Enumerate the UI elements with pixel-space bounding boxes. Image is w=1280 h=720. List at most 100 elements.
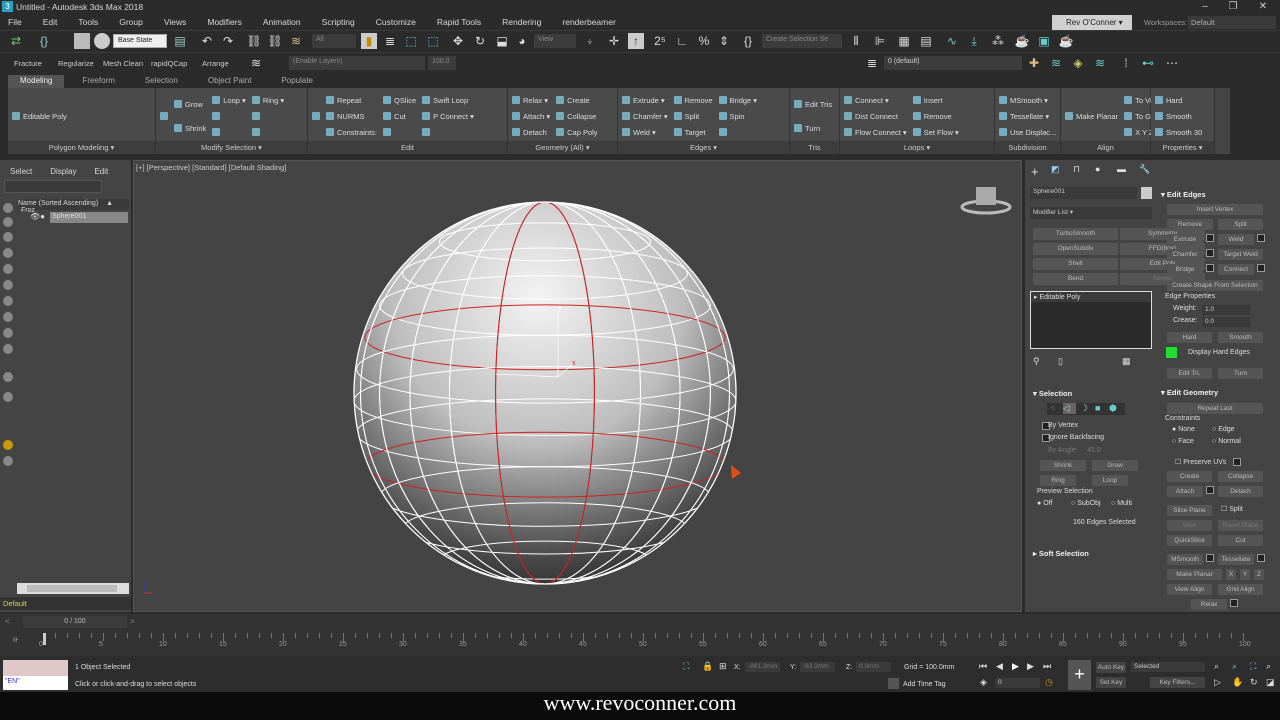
filter-containers-icon[interactable] <box>3 344 13 354</box>
ribbon-tab-object-paint[interactable]: Object Paint <box>196 75 264 88</box>
view-align-button[interactable]: View Align <box>1167 584 1212 595</box>
named-selection-dropdown[interactable]: Create Selection Se <box>762 34 842 48</box>
horizontal-scrollbar[interactable] <box>17 583 129 594</box>
filter-geometry-icon[interactable] <box>3 203 13 213</box>
menu-scripting[interactable]: Scripting <box>322 17 355 27</box>
scene-search-input[interactable] <box>4 180 102 193</box>
ribbon-attach-button[interactable]: Attach ▾ <box>512 112 550 121</box>
ribbon-nurms-button[interactable]: NURMS <box>326 112 377 121</box>
zoom-all-icon[interactable]: ⌕ <box>1232 661 1237 672</box>
layer-explorer-icon[interactable]: ▤ <box>918 33 934 49</box>
add-layer-icon[interactable]: ✚ <box>1026 55 1042 71</box>
ribbon-msmooth-button[interactable]: MSmooth ▾ <box>999 96 1056 105</box>
visibility-eye-icon[interactable]: 👁● <box>30 212 45 221</box>
msmooth-button[interactable]: MSmooth <box>1167 554 1203 565</box>
edit-tri-button[interactable]: Edit Tri. <box>1167 368 1212 379</box>
edge-mode-icon[interactable]: ◁ <box>1063 403 1076 414</box>
display-none-icon[interactable] <box>3 392 13 402</box>
pan-icon[interactable]: ✋ <box>1232 677 1243 688</box>
z-coordinate-field[interactable]: 0.0mm <box>856 662 891 672</box>
ribbon-tool-button[interactable] <box>251 128 284 137</box>
panel-title[interactable]: Polygon Modeling ▾ <box>8 141 155 154</box>
target-weld-button[interactable]: Target Weld <box>1218 249 1263 260</box>
menu-tools[interactable]: Tools <box>78 17 98 27</box>
soft-selection-rollout-header[interactable]: ▸ Soft Selection <box>1033 549 1089 558</box>
settings-icon[interactable] <box>1206 249 1214 257</box>
panel-title[interactable]: Geometry (All) ▾ <box>508 141 617 154</box>
ribbon-tool-button[interactable] <box>212 112 246 121</box>
ribbon-turn-button[interactable]: Turn <box>794 124 832 133</box>
filter-shapes-icon[interactable] <box>3 217 13 227</box>
stack-item-editable-poly[interactable]: ▸ Editable Poly <box>1031 292 1151 302</box>
perspective-viewport[interactable]: z x <box>133 160 1022 612</box>
viewport-label[interactable]: [+] [Perspective] [Standard] [Default Sh… <box>136 163 286 172</box>
goto-start-icon[interactable]: ⏮ <box>979 661 987 672</box>
face-label[interactable]: ○ Face <box>1172 438 1194 445</box>
hierarchy-tab-icon[interactable]: ⊓ <box>1073 164 1080 175</box>
orbit-icon[interactable]: ↻ <box>1250 677 1258 688</box>
scene-explorer-icon[interactable]: ▦ <box>896 33 912 49</box>
menu-rapid-tools[interactable]: Rapid Tools <box>437 17 481 27</box>
ribbon-dist-connect-button[interactable]: Dist Connect <box>844 112 907 121</box>
ribbon-split-button[interactable]: Split <box>673 112 713 121</box>
rotate-icon[interactable]: ↻ <box>472 33 488 49</box>
ribbon-tool-button[interactable] <box>312 112 320 120</box>
zoom-extents-all-icon[interactable]: ⌕ <box>1266 661 1271 672</box>
workspace-dropdown[interactable]: Default <box>1188 16 1276 29</box>
bridge-button[interactable]: Bridge <box>1167 264 1203 275</box>
make-planar-button[interactable]: Make Planar <box>1167 569 1222 580</box>
panel-title[interactable]: Tris <box>790 141 839 154</box>
ribbon-tab-selection[interactable]: Selection <box>133 75 190 88</box>
viewport-canvas[interactable]: z x <box>134 161 1023 613</box>
ribbon-bridge-button[interactable]: Bridge ▾ <box>718 96 757 105</box>
maxscript-listener-output[interactable] <box>3 660 68 676</box>
viewcube[interactable] <box>960 187 1012 215</box>
render-icon[interactable]: ☕ <box>1058 33 1074 49</box>
set-key-button[interactable]: Set Key <box>1096 677 1126 688</box>
brace-icon[interactable]: {} <box>36 33 52 49</box>
time-tag-icon[interactable] <box>888 678 899 689</box>
display-all-icon[interactable] <box>3 372 13 382</box>
mesh-clean-button[interactable]: Mesh Clean <box>103 59 143 68</box>
ribbon-tab-freeform[interactable]: Freeform <box>70 75 126 88</box>
sort-ascending-icon[interactable]: ▲ <box>106 200 113 207</box>
split-button[interactable]: Split <box>1218 219 1263 230</box>
turn-button[interactable]: Turn <box>1218 368 1263 379</box>
layer-manager-icon[interactable]: ≣ <box>864 55 880 71</box>
ribbon-tool-button[interactable] <box>251 112 284 121</box>
ribbon-tool-button[interactable] <box>718 128 758 137</box>
ribbon-set-flow-button[interactable]: Set Flow ▾ <box>912 128 959 137</box>
filter-spacewarps-icon[interactable] <box>3 280 13 290</box>
ribbon-detach-button[interactable]: Detach <box>512 128 550 137</box>
prev-frame-arrow[interactable]: < <box>5 617 10 626</box>
rapidqcap-button[interactable]: rapidQCap <box>151 59 187 68</box>
x-coordinate-field[interactable]: -861.3mm <box>745 662 780 672</box>
ribbon-tool-button[interactable] <box>383 128 416 137</box>
ribbon-edit-tris-button[interactable]: Edit Tris <box>794 100 832 109</box>
ribbon-target-button[interactable]: Target <box>673 128 713 137</box>
modifier-bend-button[interactable]: Bend <box>1033 273 1118 285</box>
menu-edit[interactable]: Edit <box>43 17 58 27</box>
slice-plane-button[interactable]: Slice Plane <box>1167 505 1212 516</box>
ribbon-grow-button[interactable]: Grow <box>174 100 206 109</box>
ribbon-cut-button[interactable]: Cut <box>383 112 416 121</box>
auto-key-button[interactable]: Auto Key <box>1096 662 1126 673</box>
window-crossing-icon[interactable]: ⬚ <box>425 33 441 49</box>
sphere-icon[interactable] <box>94 33 110 49</box>
weld-button[interactable]: Weld <box>1218 234 1254 245</box>
measure-icon[interactable]: ⊷ <box>1140 55 1156 71</box>
panel-title[interactable]: Subdivision <box>995 141 1060 154</box>
rect-selection-icon[interactable]: ⬚ <box>403 33 419 49</box>
maximize-viewport-icon[interactable]: ◪ <box>1266 677 1275 688</box>
preview-multi-radio[interactable]: ○ Multi <box>1111 500 1132 507</box>
highlight-icon[interactable] <box>3 440 13 450</box>
settings-icon[interactable] <box>1206 234 1214 242</box>
utilities-tab-icon[interactable]: 🔧 <box>1139 164 1150 175</box>
menu-file[interactable]: File <box>8 17 22 27</box>
ribbon-use-displac-button[interactable]: Use Displac... <box>999 128 1056 137</box>
placement-icon[interactable]: ◕ <box>514 33 530 49</box>
title-rollout-header[interactable]: ▾ Edit Edges <box>1161 190 1206 199</box>
name-column-header[interactable]: Name (Sorted Ascending) <box>18 200 98 207</box>
object-name-field[interactable]: Sphere001 <box>1030 187 1137 199</box>
preserve-uvs-label[interactable]: ☐ Preserve UVs <box>1175 458 1226 466</box>
